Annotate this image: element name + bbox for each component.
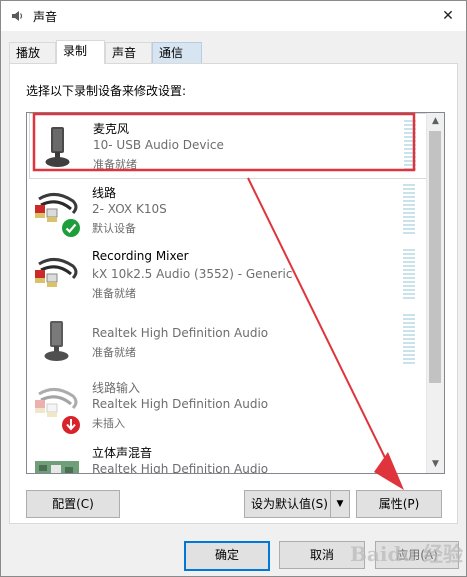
scroll-up-icon[interactable]: ▲ — [427, 113, 444, 130]
device-status: 默认设备 — [92, 222, 136, 235]
watermark: Baidu 经验 — [350, 542, 463, 566]
device-item-microphone[interactable]: 麦克风 10- USB Audio Device 准备就绪 — [29, 113, 427, 179]
properties-button[interactable]: 属性(P) — [356, 490, 442, 518]
panel-instruction: 选择以下录制设备来修改设置: — [26, 84, 187, 98]
microphone-icon — [44, 321, 69, 361]
configure-button[interactable]: 配置(C) — [26, 490, 120, 518]
tab-playback[interactable]: 播放 — [9, 42, 56, 63]
device-name: 麦克风 — [93, 122, 130, 136]
vertical-scrollbar[interactable]: ▲ ▼ — [426, 113, 444, 473]
device-item-recording-mixer[interactable]: Recording Mixer kX 10k2.5 Audio (3552) -… — [29, 243, 425, 307]
device-name: Recording Mixer — [92, 249, 189, 263]
device-description: kX 10k2.5 Audio (3552) - Generic — [92, 267, 293, 281]
device-status: 准备就绪 — [92, 346, 136, 359]
device-description: Realtek High Definition Audio — [92, 462, 269, 474]
device-status: 未插入 — [92, 417, 125, 430]
sound-card-icon — [35, 461, 79, 473]
device-item-line[interactable]: 线路 2- XOX K10S 默认设备 — [29, 178, 425, 242]
close-button[interactable]: ✕ — [436, 5, 460, 27]
device-item-realtek-microphone[interactable]: Realtek High Definition Audio 准备就绪 — [29, 308, 425, 372]
microphone-icon — [45, 127, 70, 167]
window-title: 声音 — [33, 10, 58, 24]
device-description: 2- XOX K10S — [92, 202, 167, 216]
tab-recording[interactable]: 录制 — [56, 40, 105, 64]
unplugged-arrow-icon — [62, 416, 80, 434]
chevron-down-icon[interactable]: ▼ — [330, 491, 349, 517]
level-meter — [403, 249, 415, 301]
set-default-label: 设为默认值(S) — [251, 497, 328, 511]
device-item-stereo-mix[interactable]: 立体声混音 Realtek High Definition Audio — [29, 438, 425, 474]
device-description: Realtek High Definition Audio — [92, 397, 269, 411]
device-name: 立体声混音 — [92, 446, 153, 460]
scroll-thumb[interactable] — [429, 131, 441, 383]
ok-button[interactable]: 确定 — [184, 541, 270, 571]
title-bar: 声音 ✕ — [1, 1, 466, 31]
tab-sounds[interactable]: 声音 — [105, 42, 152, 63]
device-list[interactable]: 麦克风 10- USB Audio Device 准备就绪 线路 2- XOX … — [26, 112, 445, 474]
device-description: 10- USB Audio Device — [93, 138, 224, 152]
device-description: Realtek High Definition Audio — [92, 326, 269, 340]
recording-panel: 选择以下录制设备来修改设置: 麦克风 10- USB Audio Device … — [9, 63, 458, 524]
line-in-icon — [35, 258, 78, 287]
speaker-icon — [12, 11, 23, 21]
default-checkmark-icon — [62, 219, 80, 237]
set-default-button[interactable]: 设为默认值(S) ▼ — [244, 490, 350, 518]
tab-communications[interactable]: 通信 — [152, 42, 202, 63]
scroll-down-icon[interactable]: ▼ — [427, 456, 444, 473]
level-meter — [403, 184, 415, 236]
level-meter — [403, 314, 415, 366]
device-status: 准备就绪 — [93, 158, 137, 171]
level-meter — [404, 120, 416, 172]
sound-dialog: 声音 ✕ 播放 录制 声音 通信 选择以下录制设备来修改设置: 麦克风 10- … — [0, 0, 467, 577]
device-status: 准备就绪 — [92, 287, 136, 300]
device-name: 线路输入 — [92, 381, 141, 395]
device-item-line-input[interactable]: 线路输入 Realtek High Definition Audio 未插入 — [29, 373, 425, 437]
device-name: 线路 — [92, 186, 117, 200]
